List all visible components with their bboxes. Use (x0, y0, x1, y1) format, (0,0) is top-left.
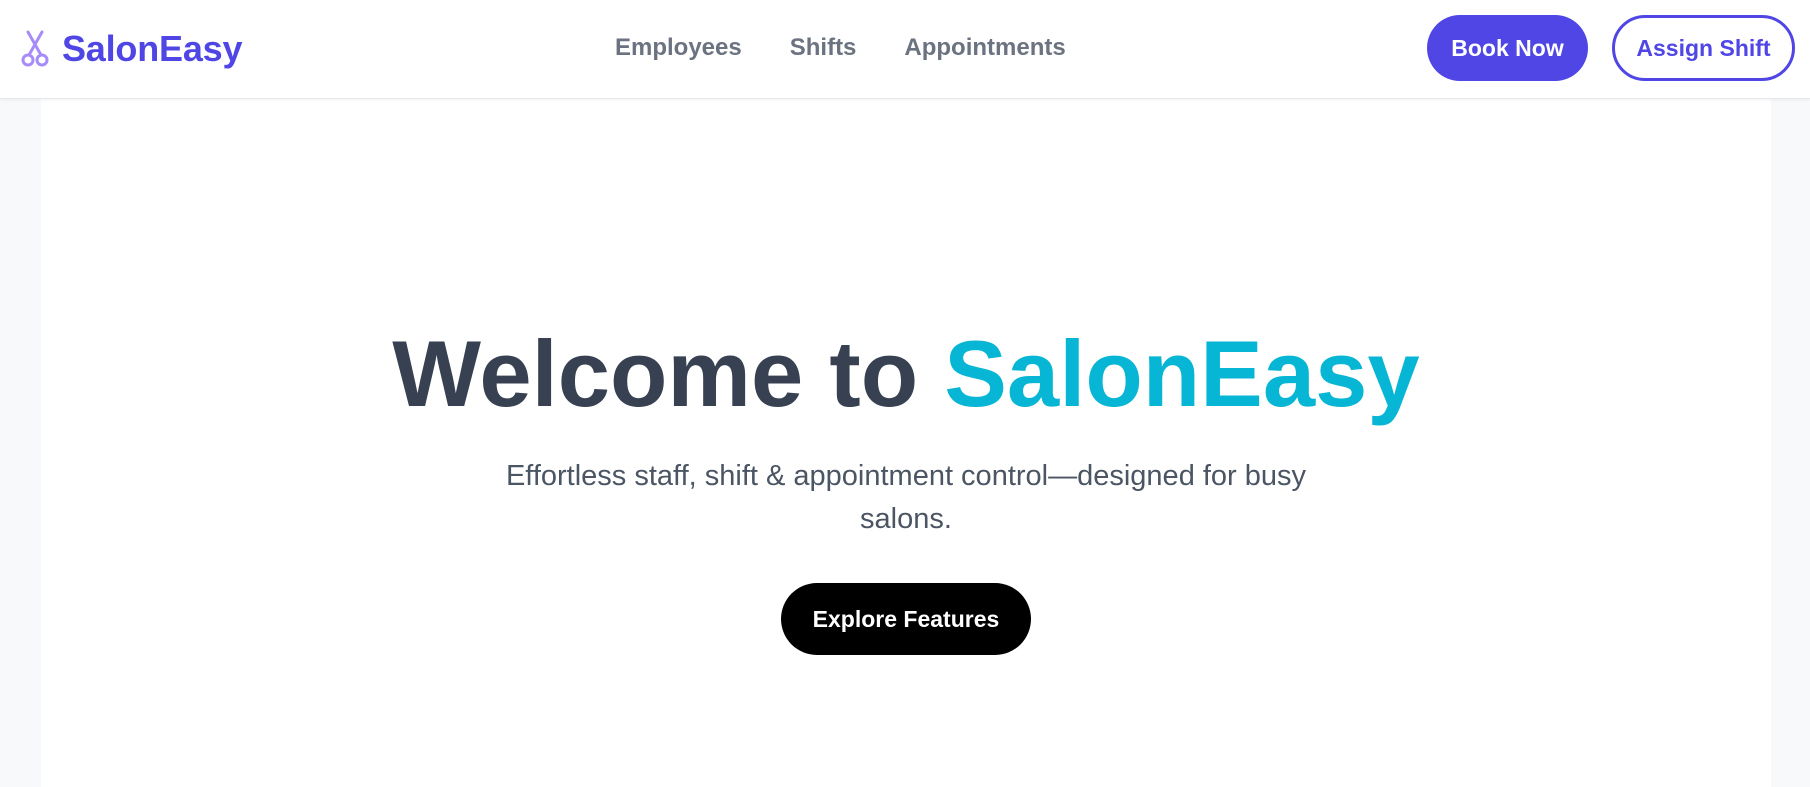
explore-features-button[interactable]: Explore Features (781, 583, 1031, 656)
nav-link-shifts[interactable]: Shifts (790, 34, 857, 62)
hero-subtitle: Effortless staff, shift & appointment co… (505, 460, 1307, 536)
main-content-panel: Welcome to SalonEasy Effortless staff, s… (41, 99, 1771, 787)
brand-logo-link[interactable]: SalonEasy (20, 28, 242, 70)
book-now-button[interactable]: Book Now (1427, 15, 1588, 81)
nav-link-employees[interactable]: Employees (615, 34, 742, 62)
hero-title: Welcome to SalonEasy (41, 322, 1771, 425)
hero-title-prefix: Welcome to (392, 321, 945, 426)
main-nav: Employees Shifts Appointments (615, 34, 1066, 62)
brand-name: SalonEasy (62, 28, 243, 69)
nav-link-appointments[interactable]: Appointments (904, 34, 1065, 62)
hero-section: Welcome to SalonEasy Effortless staff, s… (41, 322, 1771, 656)
assign-shift-button[interactable]: Assign Shift (1612, 15, 1795, 81)
scissors-icon (21, 30, 49, 67)
top-navbar: SalonEasy Employees Shifts Appointments … (0, 0, 1810, 99)
hero-title-accent: SalonEasy (944, 321, 1420, 426)
